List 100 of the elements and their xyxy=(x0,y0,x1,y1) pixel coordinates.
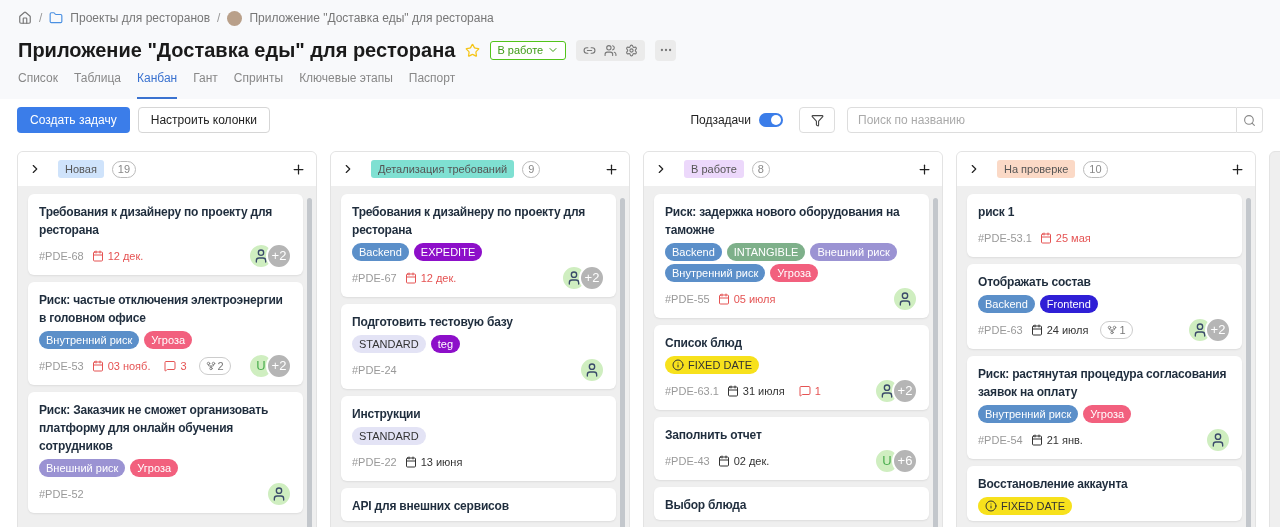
create-task-button[interactable]: Создать задачу xyxy=(17,107,130,133)
task-title: Риск: Заказчик не сможет организовать платформу для онлайн обучения сотрудников xyxy=(39,402,270,455)
add-icon[interactable] xyxy=(1230,161,1245,177)
task-title: Риск: частые отключения электроэнергии в головном офисе xyxy=(39,292,284,327)
task-id: #PDE-22 xyxy=(352,454,397,470)
comment-count: 3 xyxy=(164,357,187,375)
tag: Backend xyxy=(665,243,722,261)
due-date: 05 июля xyxy=(717,290,776,308)
home-icon[interactable] xyxy=(18,11,32,25)
calendar-icon xyxy=(91,360,104,372)
column-status: Новая xyxy=(58,160,104,178)
task-title: Отображать состав xyxy=(978,274,1092,291)
due-date: 02 дек. xyxy=(717,452,770,470)
column-status: На проверке xyxy=(997,160,1076,178)
task-card[interactable]: API для внешних сервисов xyxy=(341,488,616,521)
tag: Внешний риск xyxy=(39,459,126,477)
view-tab[interactable]: Спринты xyxy=(233,69,284,99)
project-avatar xyxy=(227,10,243,26)
due-date: 25 мая xyxy=(1039,229,1091,247)
due-date: 24 июля xyxy=(1030,321,1089,339)
breadcrumb-link[interactable]: Приложение "Доставка еды" для ресторана xyxy=(249,9,494,27)
task-card[interactable]: Восстановление аккаунта FIXED DATE xyxy=(967,466,1242,521)
calendar-icon xyxy=(726,385,739,397)
task-title: Заполнить отчет xyxy=(665,427,763,444)
task-title: API для внешних сервисов xyxy=(352,498,510,515)
subtasks-toggle[interactable] xyxy=(759,113,783,127)
due-date: 03 нояб. xyxy=(91,357,151,375)
breadcrumb-link[interactable]: Проекты для ресторанов xyxy=(70,9,211,27)
tag: Внешний риск xyxy=(810,243,897,261)
subtask-icon xyxy=(1107,325,1118,335)
task-card[interactable]: Риск: Заказчик не сможет организовать платформу для онлайн обучения сотрудников Внешний риск Угроза #PDE-52 xyxy=(28,392,303,513)
task-card[interactable]: Требования к дизайнеру по проекту для ресторана Backend EXPEDITE #PDE-67 12 дек. +2 xyxy=(341,194,616,297)
task-id: #PDE-54 xyxy=(978,432,1023,448)
task-card[interactable]: Отображать состав Backend Frontend #PDE-63 24 июля 1 +2 xyxy=(967,264,1242,349)
scrollbar[interactable] xyxy=(620,198,625,527)
comment-count: 1 xyxy=(798,382,821,400)
view-tab[interactable]: Список xyxy=(18,69,58,99)
view-tab[interactable]: Ключевые этапы xyxy=(299,69,393,99)
settings-icon[interactable] xyxy=(625,43,639,57)
view-tab[interactable]: Паспорт xyxy=(408,69,456,99)
tag: STANDARD xyxy=(352,427,426,445)
calendar-icon xyxy=(1030,324,1043,336)
view-tab[interactable]: Канбан xyxy=(137,69,178,99)
task-id: #PDE-63.1 xyxy=(665,383,719,399)
task-id: #PDE-55 xyxy=(665,291,710,307)
favorite-star-icon[interactable] xyxy=(465,42,481,58)
tag: FIXED DATE xyxy=(665,356,759,374)
task-card[interactable]: Инструкции STANDARD #PDE-22 13 июня xyxy=(341,396,616,481)
info-icon xyxy=(985,500,997,512)
tag: teg xyxy=(430,335,460,353)
add-icon[interactable] xyxy=(604,161,619,177)
scrollbar[interactable] xyxy=(1246,198,1251,527)
more-avatars-badge: +2 xyxy=(266,353,292,379)
task-id: #PDE-63 xyxy=(978,322,1023,338)
folder-icon xyxy=(49,11,64,25)
task-card[interactable]: Риск: частые отключения электроэнергии в головном офисе Внутренний риск Угроза #PDE-53 03 нояб. 3 2 U +2 xyxy=(28,282,303,385)
tag: Backend xyxy=(978,295,1035,313)
breadcrumb-separator: / xyxy=(39,10,43,27)
comment-icon xyxy=(164,360,177,372)
page-title: Приложение "Доставка еды" для ресторана xyxy=(18,38,456,63)
task-id: #PDE-52 xyxy=(39,486,84,502)
add-icon[interactable] xyxy=(917,161,932,177)
task-card[interactable]: Риск: задержка нового оборудования на таможне Backend INTANGIBLE Внешний риск Внутренний риск Угроза #PDE-55 05 июля xyxy=(654,194,929,318)
filter-button[interactable] xyxy=(799,107,835,133)
task-card[interactable]: Подготовить тестовую базу STANDARD teg #PDE-24 xyxy=(341,304,616,389)
task-title: Инструкции xyxy=(352,406,422,423)
search-field[interactable]: Поиск по названию xyxy=(847,107,1237,133)
task-id: #PDE-53 xyxy=(39,358,84,374)
breadcrumb-separator: / xyxy=(217,10,221,27)
scrollbar[interactable] xyxy=(933,198,938,527)
search-icon xyxy=(1243,113,1256,127)
users-icon[interactable] xyxy=(604,43,618,57)
info-icon xyxy=(672,359,684,371)
task-card[interactable]: Риск: растянутая процедура согласования заявок на оплату Внутренний риск Угроза #PDE-54 21 янв. xyxy=(967,356,1242,459)
task-title: Риск: растянутая процедура согласования заявок на оплату xyxy=(978,366,1228,401)
status-dropdown[interactable]: В работе xyxy=(490,40,567,60)
task-card[interactable]: Заполнить отчет #PDE-43 02 дек. U +6 xyxy=(654,417,929,480)
configure-columns-button[interactable]: Настроить колонки xyxy=(137,107,270,133)
tag: Внутренний риск xyxy=(978,405,1079,423)
task-id: #PDE-43 xyxy=(665,453,710,469)
scrollbar[interactable] xyxy=(307,198,312,527)
tag: EXPEDITE xyxy=(413,243,483,261)
task-card[interactable]: риск 1 #PDE-53.1 25 мая xyxy=(967,194,1242,257)
add-icon[interactable] xyxy=(291,161,306,177)
view-tab[interactable]: Таблица xyxy=(73,69,121,99)
tag: Внутренний риск xyxy=(665,264,766,282)
task-id: #PDE-67 xyxy=(352,270,397,286)
due-date: 13 июня xyxy=(404,453,463,471)
more-button[interactable] xyxy=(655,39,677,61)
column-status: В работе xyxy=(684,160,744,178)
task-card[interactable]: Требования к дизайнеру по проекту для ресторана #PDE-68 12 дек. +2 xyxy=(28,194,303,275)
tag: Угроза xyxy=(130,459,179,477)
task-title: Требования к дизайнеру по проекту для ресторана xyxy=(352,204,587,239)
task-card[interactable]: Список блюд FIXED DATE #PDE-63.1 31 июля 1 +2 xyxy=(654,325,929,410)
tag: Угроза xyxy=(1083,405,1132,423)
due-date: 31 июля xyxy=(726,382,785,400)
task-card[interactable]: Выбор блюда xyxy=(654,487,929,520)
search-button[interactable] xyxy=(1237,107,1263,133)
due-date: 21 янв. xyxy=(1030,431,1083,449)
comment-icon xyxy=(798,385,811,397)
